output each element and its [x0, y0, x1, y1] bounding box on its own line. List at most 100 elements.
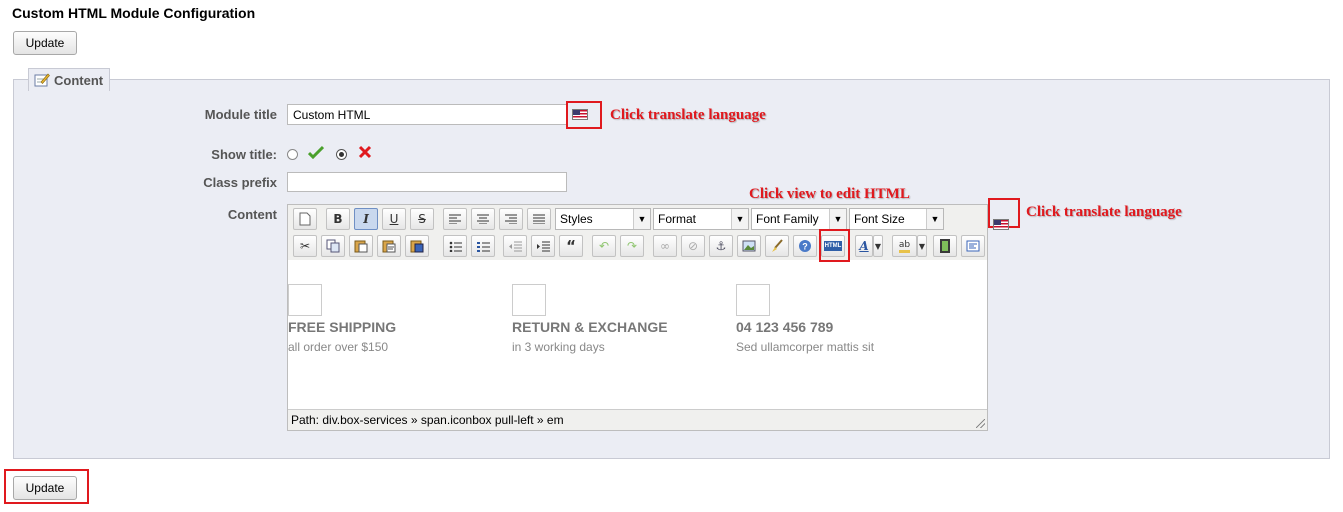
- align-center-button[interactable]: [471, 208, 495, 230]
- anchor-button[interactable]: ⚓: [709, 235, 733, 257]
- editor-path-bar: Path: div.box-services » span.iconbox pu…: [288, 409, 987, 430]
- html-button-highlight: [819, 229, 850, 262]
- italic-button[interactable]: I: [354, 208, 378, 230]
- align-right-icon: [505, 214, 517, 224]
- link-icon: ∞: [660, 239, 670, 253]
- blockquote-button[interactable]: “: [559, 235, 583, 257]
- help-button[interactable]: ?: [793, 235, 817, 257]
- unlink-button[interactable]: ⊘: [681, 235, 705, 257]
- annotation-translate-title: Click translate language: [610, 107, 766, 123]
- cleanup-button[interactable]: [765, 235, 789, 257]
- strikethrough-button[interactable]: S: [410, 208, 434, 230]
- indent-button[interactable]: [531, 235, 555, 257]
- module-title-input[interactable]: [287, 104, 567, 125]
- indent-icon: [536, 241, 550, 251]
- cut-button[interactable]: ✂: [293, 235, 317, 257]
- image-button[interactable]: [737, 235, 761, 257]
- chevron-down-icon: ▼: [829, 209, 846, 229]
- service-icon-box: [288, 284, 322, 316]
- text-color-icon: A: [859, 239, 869, 253]
- content-legend: Content: [28, 68, 111, 91]
- align-left-icon: [449, 214, 461, 224]
- service-item: RETURN & EXCHANGE in 3 working days: [512, 284, 668, 354]
- service-heading: RETURN & EXCHANGE: [512, 319, 668, 335]
- service-icon-box: [512, 284, 546, 316]
- format-dropdown[interactable]: Format ▼: [653, 208, 749, 230]
- styles-dropdown[interactable]: Styles ▼: [555, 208, 651, 230]
- paste-button[interactable]: [349, 235, 373, 257]
- help-icon: ?: [799, 240, 811, 252]
- bullet-list-button[interactable]: [443, 235, 467, 257]
- show-title-yes-radio[interactable]: [287, 149, 298, 160]
- service-item: 04 123 456 789 Sed ullamcorper mattis si…: [736, 284, 874, 354]
- broom-icon: [772, 239, 783, 252]
- paste-word-button[interactable]: [405, 235, 429, 257]
- resize-grip-icon[interactable]: [976, 419, 985, 428]
- editor-toolbar-row1: B I U S Styles ▼ Format ▼ Font Family ▼ Fon…: [288, 205, 987, 233]
- service-heading: 04 123 456 789: [736, 319, 834, 335]
- chevron-down-icon: ▼: [918, 241, 926, 251]
- unlink-icon: ⊘: [687, 239, 699, 253]
- edit-icon: [34, 73, 50, 87]
- copy-icon: [326, 239, 340, 253]
- film-icon: [940, 239, 950, 253]
- update-button-bottom[interactable]: Update: [13, 476, 77, 500]
- show-title-no-radio[interactable]: [336, 149, 347, 160]
- align-justify-button[interactable]: [527, 208, 551, 230]
- template-button[interactable]: [961, 235, 985, 257]
- chevron-down-icon: ▼: [874, 241, 882, 251]
- update-button-top[interactable]: Update: [13, 31, 77, 55]
- scissors-icon: ✂: [299, 239, 311, 253]
- font-size-dropdown[interactable]: Font Size ▼: [849, 208, 944, 230]
- module-title-label: Module title: [204, 107, 277, 122]
- annotation-view-html: Click view to edit HTML: [749, 186, 910, 202]
- quote-icon: “: [566, 237, 576, 255]
- page-title: Custom HTML Module Configuration: [12, 5, 256, 21]
- paste-icon: [354, 240, 368, 253]
- highlight-color-button[interactable]: ab: [892, 235, 917, 257]
- copy-button[interactable]: [321, 235, 345, 257]
- class-prefix-label: Class prefix: [203, 175, 277, 190]
- align-left-button[interactable]: [443, 208, 467, 230]
- undo-button[interactable]: ↶: [592, 235, 616, 257]
- paste-text-icon: [382, 240, 396, 253]
- bullet-list-icon: [449, 241, 462, 252]
- class-prefix-input[interactable]: [287, 172, 567, 192]
- service-heading: FREE SHIPPING: [288, 319, 397, 335]
- us-flag-icon[interactable]: [572, 109, 588, 120]
- editor-content-area[interactable]: FREE SHIPPING all order over $150 RETURN…: [288, 262, 987, 412]
- redo-button[interactable]: ↷: [620, 235, 644, 257]
- paste-text-button[interactable]: [377, 235, 401, 257]
- annotation-translate-content: Click translate language: [1026, 204, 1182, 220]
- text-color-button[interactable]: A: [855, 235, 873, 257]
- service-subtitle: in 3 working days: [512, 340, 605, 354]
- text-color-dropdown[interactable]: ▼: [873, 235, 883, 257]
- numbered-list-icon: [476, 241, 490, 252]
- image-icon: [742, 240, 756, 251]
- content-label: Content: [227, 207, 277, 222]
- font-family-dropdown[interactable]: Font Family ▼: [751, 208, 847, 230]
- align-right-button[interactable]: [499, 208, 523, 230]
- service-subtitle: Sed ullamcorper mattis sit: [736, 340, 875, 354]
- service-subtitle: all order over $150: [288, 340, 389, 354]
- redo-icon: ↷: [626, 239, 638, 253]
- font-family-dropdown-label: Font Family: [756, 212, 819, 226]
- font-size-dropdown-label: Font Size: [854, 212, 905, 226]
- check-icon: [308, 145, 324, 159]
- new-document-button[interactable]: [293, 208, 317, 230]
- format-dropdown-label: Format: [658, 212, 697, 226]
- underline-button[interactable]: U: [382, 208, 406, 230]
- highlight-color-dropdown[interactable]: ▼: [917, 235, 927, 257]
- bold-button[interactable]: B: [326, 208, 350, 230]
- media-button[interactable]: [933, 235, 957, 257]
- numbered-list-button[interactable]: [471, 235, 495, 257]
- outdent-button[interactable]: [503, 235, 527, 257]
- rich-text-editor: B I U S Styles ▼ Format ▼ Font Family ▼ Fon…: [287, 204, 988, 431]
- us-flag-content-icon[interactable]: [993, 219, 1009, 230]
- link-button[interactable]: ∞: [653, 235, 677, 257]
- paste-word-icon: [410, 240, 424, 253]
- align-center-icon: [477, 214, 489, 224]
- cross-icon: [358, 145, 372, 159]
- template-icon: [966, 240, 980, 252]
- align-justify-icon: [533, 214, 545, 224]
